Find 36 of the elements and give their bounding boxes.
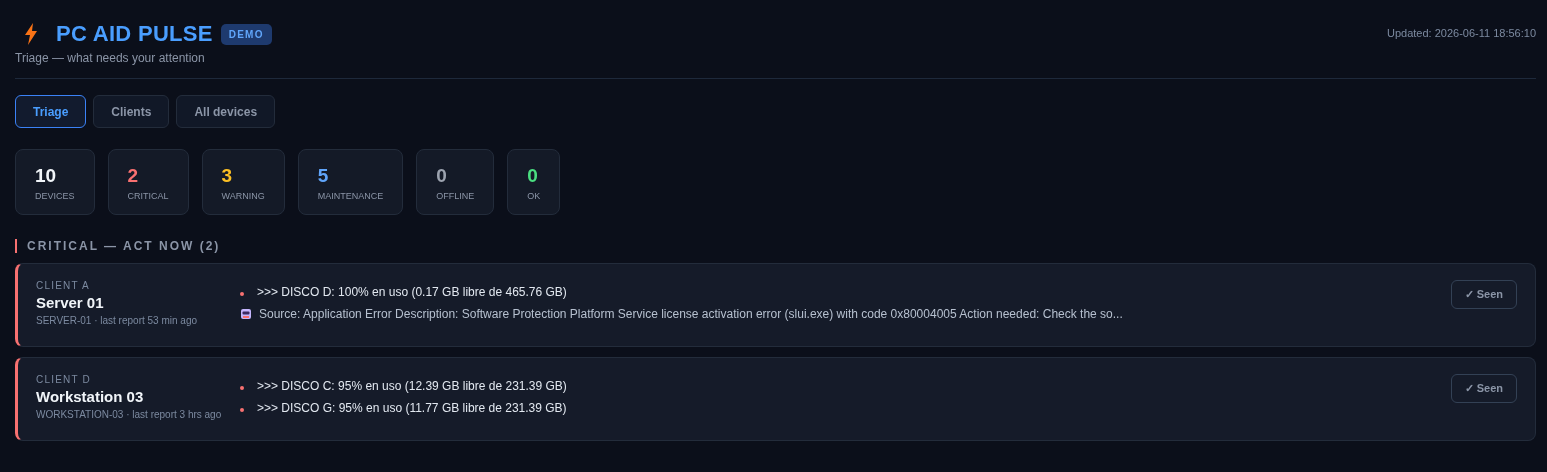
updated-timestamp: Updated: 2026-06-11 18:56:10 [1386,27,1536,39]
issue-text: Source: Application Error Description: Software Protection Platform Service license activation error (slui.exe) with code 0x80004005 Action needed: Check the so... [259,307,1123,321]
seen-button[interactable]: ✓ Seen [1450,280,1517,309]
tab[interactable]: Triage [15,95,87,128]
stat-value: 0 [527,165,539,187]
client-name: CLIENT D [36,374,92,385]
stat-label: CRITICAL [127,191,169,201]
subtitle: Triage — what needs your attention [15,51,206,65]
bullet-icon [240,385,244,390]
stat-label: MAINTENANCE [317,191,384,201]
issue-text: >>> DISCO D: 100% en uso (0.17 GB libre de 465.76 GB) [257,285,567,299]
bullet-icon [240,407,244,412]
device-meta: SERVER-01 · last report 53 min ago [36,315,198,326]
stat-value: 5 [317,165,330,187]
app-title: PC AID PULSE [56,21,213,47]
tab[interactable]: Clients [93,95,170,128]
stat-label: DEVICES [35,191,75,201]
demo-badge: DEMO [220,23,272,45]
lightning-icon [24,23,38,45]
device-name: Workstation 03 [36,388,145,405]
section-heading: CRITICAL — ACT NOW (2) [15,239,1536,253]
seen-button[interactable]: ✓ Seen [1450,374,1517,403]
client-name: CLIENT A [36,280,91,291]
tab[interactable]: All devices [176,95,276,128]
stat-value: 0 [436,165,448,187]
issue-text: >>> DISCO C: 95% en uso (12.39 GB libre de 231.39 GB) [257,379,567,393]
stat-value: 3 [221,165,234,187]
stat-label: OK [527,191,541,201]
stat-label: OFFLINE [436,191,475,201]
stat-value: 10 [35,165,58,187]
stat-value: 2 [127,165,140,187]
device-meta: WORKSTATION-03 · last report 3 hrs ago [36,409,223,420]
bullet-icon [240,291,244,296]
issue-text: >>> DISCO G: 95% en uso (11.77 GB libre de 231.39 GB) [257,401,567,415]
device-name: Server 01 [36,294,105,311]
stat-label: WARNING [221,191,265,201]
